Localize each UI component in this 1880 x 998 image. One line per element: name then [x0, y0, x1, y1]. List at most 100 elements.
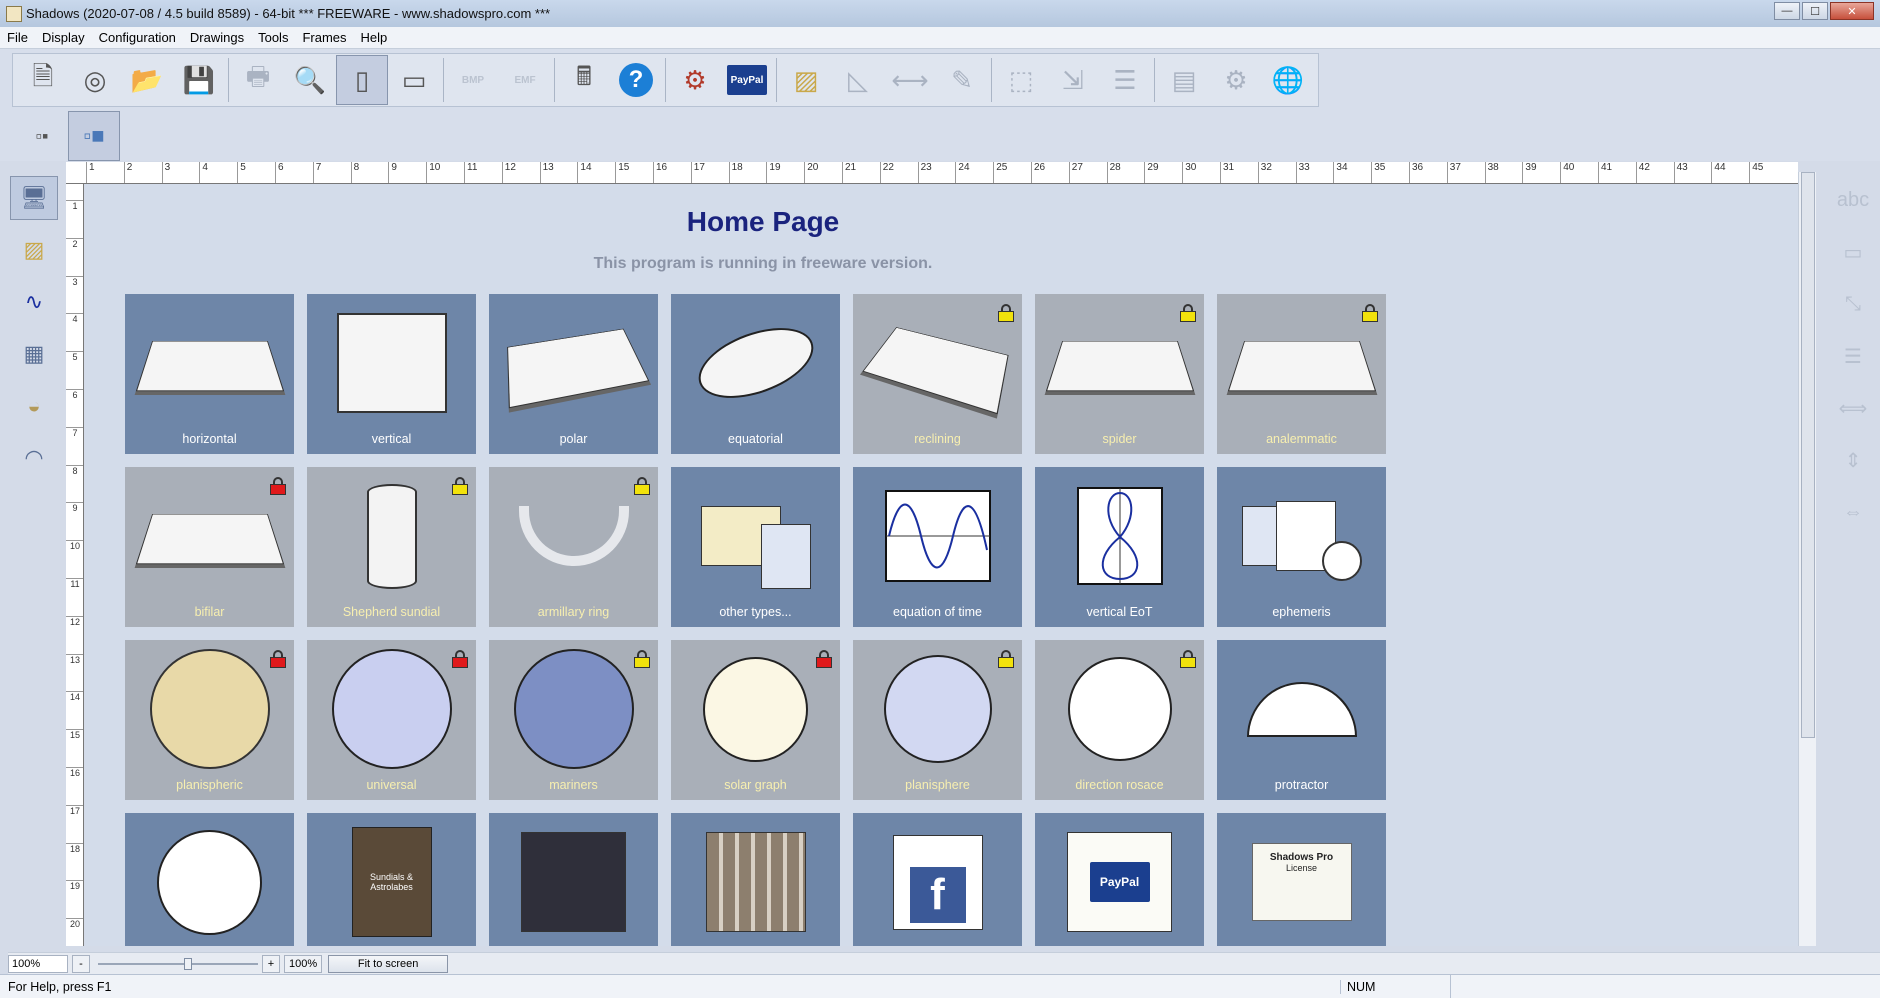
window-title: Shadows (2020-07-08 / 4.5 build 8589) - … — [26, 6, 551, 21]
large-view-button[interactable]: ▫■ — [68, 111, 120, 161]
menu-frames[interactable]: Frames — [295, 30, 353, 45]
tile-planispheric[interactable]: planispheric — [125, 640, 294, 800]
image-frame-button[interactable]: ▭ — [1830, 228, 1876, 276]
tile-analemmatic[interactable]: analemmatic — [1217, 294, 1386, 454]
scroll-thumb[interactable] — [1801, 172, 1815, 738]
tile-ephemeris[interactable]: ephemeris — [1217, 467, 1386, 627]
angle-tool-button[interactable]: ◺ — [832, 55, 884, 105]
tile-polar[interactable]: polar — [489, 294, 658, 454]
tile-shepherd-sundial[interactable]: Shepherd sundial — [307, 467, 476, 627]
landscape-page-button[interactable]: ▭ — [388, 55, 440, 105]
print-button[interactable]: 🖶 — [232, 55, 284, 105]
astrolabe-button[interactable]: ◒ — [10, 384, 58, 428]
zoom-display[interactable]: 100% — [284, 954, 323, 973]
menu-file[interactable]: File — [0, 30, 35, 45]
tile-spider[interactable]: spider — [1035, 294, 1204, 454]
tile-protractor[interactable]: protractor — [1217, 640, 1386, 800]
horizontal-sundial-icon — [135, 304, 284, 422]
tile-bifilar[interactable]: bifilar — [125, 467, 294, 627]
tile-dial-blank[interactable] — [125, 813, 294, 946]
tile-vertical[interactable]: vertical — [307, 294, 476, 454]
zoom-select[interactable]: 100% — [8, 954, 68, 973]
sundial-frame-button[interactable]: ▨ — [780, 55, 832, 105]
tile-label: horizontal — [182, 432, 237, 446]
tile-armillary-ring[interactable]: armillary ring — [489, 467, 658, 627]
web-button[interactable]: 🌐 — [1262, 55, 1314, 105]
tile-vertical-eot[interactable]: vertical EoT — [1035, 467, 1204, 627]
ruler-tick: 4 — [66, 313, 83, 324]
resize-width-icon: ⟺ — [1838, 397, 1868, 420]
vertical-scrollbar[interactable] — [1798, 172, 1816, 946]
tile-other-types[interactable]: other types... — [671, 467, 840, 627]
ephemeris-button[interactable]: ▦ — [10, 332, 58, 376]
new-sundial-button[interactable]: 🗎 — [17, 55, 69, 105]
menu-drawings[interactable]: Drawings — [183, 30, 251, 45]
wave-icon: ∿ — [24, 289, 44, 314]
fit-to-screen-button[interactable]: Fit to screen — [328, 954, 449, 973]
line-tool-button[interactable]: ⤡ — [1830, 280, 1876, 328]
refresh-gears-button[interactable]: ⚙ — [1210, 55, 1262, 105]
protractor-button[interactable]: ◠ — [10, 436, 58, 480]
tile-facebook[interactable]: f — [853, 813, 1022, 946]
save-button[interactable]: 💾 — [173, 55, 225, 105]
tile-horizontal[interactable]: horizontal — [125, 294, 294, 454]
tile-paypal[interactable]: PayPal — [1035, 813, 1204, 946]
tile-mariners[interactable]: mariners — [489, 640, 658, 800]
ruler-tick: 38 — [1484, 162, 1499, 183]
angle-icon: ◺ — [848, 64, 868, 95]
maximize-button[interactable]: ☐ — [1802, 2, 1828, 20]
tile-label: polar — [559, 432, 588, 446]
home-page-button[interactable]: 🖥 — [10, 176, 58, 220]
sundials-button[interactable]: ▨ — [10, 228, 58, 272]
curves-button[interactable]: ∿ — [10, 280, 58, 324]
resize-width-button[interactable]: ⟺ — [1830, 384, 1876, 432]
print-preview-button[interactable]: 🔍 — [284, 55, 336, 105]
menu-configuration[interactable]: Configuration — [92, 30, 183, 45]
tile-website[interactable] — [489, 813, 658, 946]
tile-equation-of-time[interactable]: equation of time — [853, 467, 1022, 627]
equation-of-time-icon — [867, 477, 1008, 595]
resize-both-button[interactable]: ⇔ — [1830, 488, 1876, 536]
resize-frame-button[interactable]: ⬚ — [995, 55, 1047, 105]
list-tool-button[interactable]: ☰ — [1830, 332, 1876, 380]
text-frame-button[interactable]: abc — [1830, 176, 1876, 224]
help-button[interactable]: ? — [610, 55, 662, 105]
calculator-button[interactable]: 🖩 — [558, 55, 610, 105]
small-view-button[interactable]: ▫▪ — [16, 111, 68, 161]
export-bmp-button[interactable]: BMP — [447, 55, 499, 105]
menu-help[interactable]: Help — [354, 30, 395, 45]
ruler-tick: 26 — [1031, 162, 1045, 183]
resize-height-button[interactable]: ⇕ — [1830, 436, 1876, 484]
tile-solar-graph[interactable]: solar graph — [671, 640, 840, 800]
tile-planisphere[interactable]: planisphere — [853, 640, 1022, 800]
settings-button[interactable]: ⚙ — [669, 55, 721, 105]
ruler-tick: 21 — [842, 162, 856, 183]
tile-universal[interactable]: universal — [307, 640, 476, 800]
menu-display[interactable]: Display — [35, 30, 92, 45]
list-frame-button[interactable]: ☰ — [1099, 55, 1151, 105]
tile-equatorial[interactable]: equatorial — [671, 294, 840, 454]
zoom-in-button[interactable]: + — [262, 954, 280, 973]
menu-tools[interactable]: Tools — [251, 30, 295, 45]
zoom-slider[interactable] — [98, 955, 258, 973]
minimize-button[interactable]: — — [1774, 2, 1800, 20]
tile-gallery[interactable] — [671, 813, 840, 946]
export-emf-button[interactable]: EMF — [499, 55, 551, 105]
open-button[interactable]: 📂 — [121, 55, 173, 105]
lock-icon — [270, 477, 286, 495]
draw-tool-button[interactable]: ✎ — [936, 55, 988, 105]
tile-reclining[interactable]: reclining — [853, 294, 1022, 454]
new-astrolabe-button[interactable]: ◎ — [69, 55, 121, 105]
portrait-page-button[interactable]: ▯ — [336, 55, 388, 105]
zoom-out-button[interactable]: - — [72, 954, 90, 973]
move-frame-button[interactable]: ⇲ — [1047, 55, 1099, 105]
close-button[interactable]: ✕ — [1830, 2, 1874, 20]
stack-button[interactable]: ▤ — [1158, 55, 1210, 105]
paypal-button[interactable]: PayPal — [721, 55, 773, 105]
tile-license[interactable]: Shadows Pro License — [1217, 813, 1386, 946]
tile-direction-rosace[interactable]: direction rosace — [1035, 640, 1204, 800]
small-view-icon: ▫▪ — [35, 125, 49, 146]
tile-book[interactable]: Sundials & Astrolabes — [307, 813, 476, 946]
measure-tool-button[interactable]: ⟷ — [884, 55, 936, 105]
slider-knob[interactable] — [184, 957, 192, 970]
